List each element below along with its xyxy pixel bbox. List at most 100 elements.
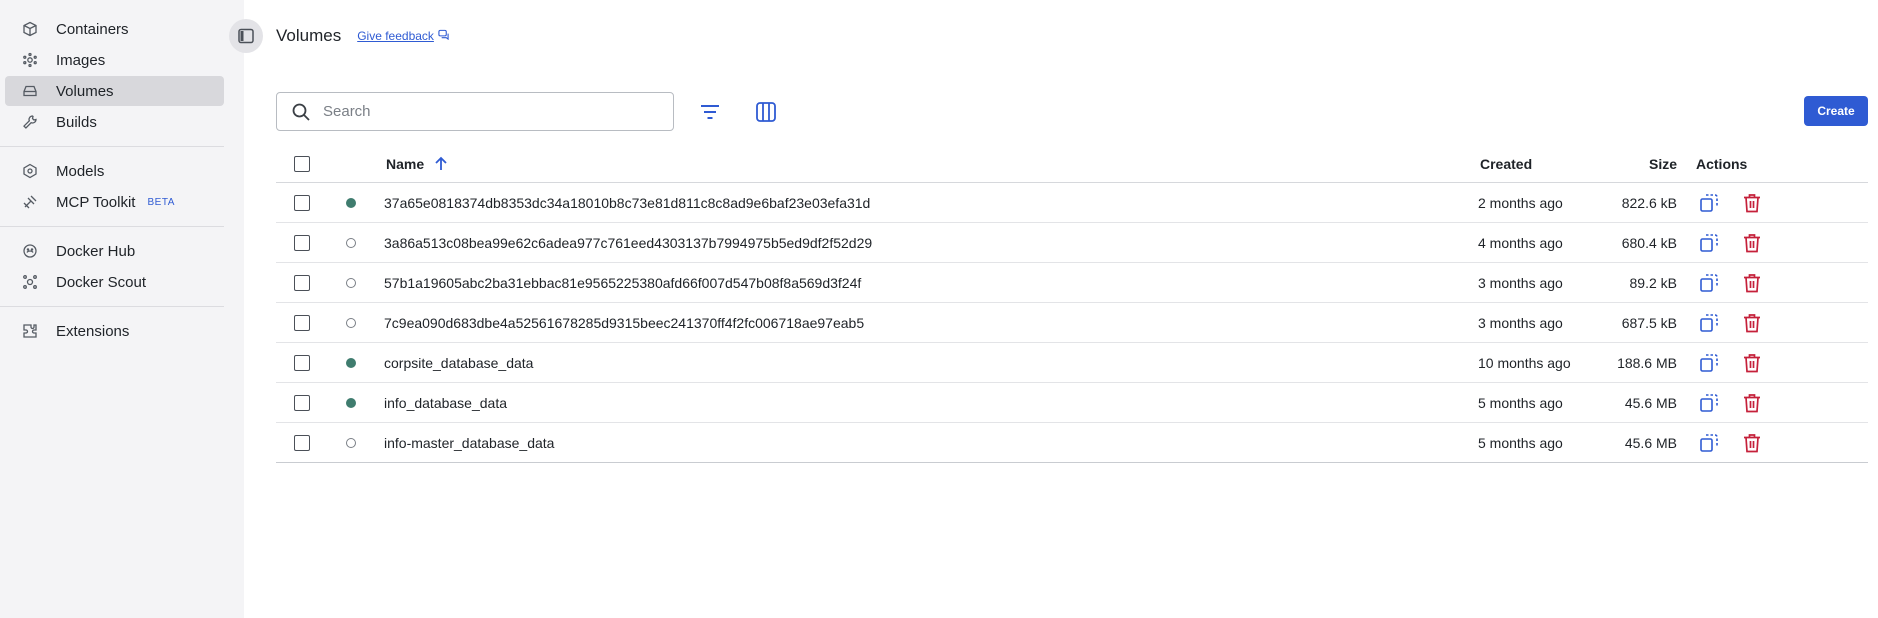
clone-volume-icon[interactable] bbox=[1698, 312, 1720, 334]
in-use-status-cell bbox=[346, 423, 356, 462]
sidebar-item-docker-hub[interactable]: Docker Hub bbox=[5, 236, 224, 266]
name-header-label: Name bbox=[386, 155, 425, 172]
create-button[interactable]: Create bbox=[1804, 96, 1868, 126]
volume-size: 188.6 MB bbox=[1617, 354, 1677, 371]
clone-volume-icon[interactable] bbox=[1698, 272, 1720, 294]
sort-ascending-icon bbox=[434, 156, 448, 172]
give-feedback-link[interactable]: Give feedback bbox=[357, 29, 449, 43]
sidebar-item-containers[interactable]: Containers bbox=[5, 14, 224, 44]
volume-created: 4 months ago bbox=[1478, 234, 1563, 251]
sidebar-item-label: Images bbox=[56, 51, 106, 69]
row-checkbox[interactable] bbox=[294, 194, 310, 211]
row-checkbox-cell bbox=[294, 183, 310, 222]
sidebar-item-builds[interactable]: Builds bbox=[5, 107, 224, 137]
search-box[interactable] bbox=[276, 92, 674, 131]
sidebar-item-label: Volumes bbox=[56, 82, 114, 100]
row-checkbox[interactable] bbox=[294, 234, 310, 251]
unused-dot-icon bbox=[346, 277, 356, 288]
table-row[interactable]: 3a86a513c08bea99e62c6adea977c761eed43031… bbox=[276, 223, 1868, 263]
sidebar-item-label: Docker Scout bbox=[56, 273, 147, 291]
delete-icon[interactable] bbox=[1741, 272, 1763, 294]
search-icon bbox=[291, 102, 311, 122]
row-checkbox-cell bbox=[294, 223, 310, 262]
in-use-status-cell bbox=[346, 223, 356, 262]
delete-icon[interactable] bbox=[1741, 432, 1763, 454]
sidebar-panel-icon bbox=[237, 27, 255, 45]
builds-icon bbox=[20, 112, 40, 132]
clone-volume-icon[interactable] bbox=[1698, 192, 1720, 214]
volumes-icon bbox=[20, 81, 40, 101]
table-row[interactable]: 7c9ea090d683dbe4a52561678285d9315beec241… bbox=[276, 303, 1868, 343]
row-checkbox[interactable] bbox=[294, 314, 310, 331]
volume-name[interactable]: 37a65e0818374db8353dc34a18010b8c73e81d81… bbox=[384, 183, 870, 222]
filter-button[interactable] bbox=[696, 98, 724, 126]
delete-icon[interactable] bbox=[1741, 232, 1763, 254]
sidebar-item-docker-scout[interactable]: Docker Scout bbox=[5, 267, 224, 297]
in-use-status-cell bbox=[346, 183, 356, 222]
table-row[interactable]: 37a65e0818374db8353dc34a18010b8c73e81d81… bbox=[276, 183, 1868, 223]
sidebar-toggle-button[interactable] bbox=[229, 19, 263, 53]
volume-created: 3 months ago bbox=[1478, 274, 1563, 291]
volume-name[interactable]: info_database_data bbox=[384, 383, 507, 422]
volume-name[interactable]: info-master_database_data bbox=[384, 423, 554, 462]
sidebar-item-images[interactable]: Images bbox=[5, 45, 224, 75]
table-row[interactable]: info_database_data 5 months ago 45.6 MB bbox=[276, 383, 1868, 423]
row-actions bbox=[1698, 223, 1763, 262]
volume-size: 822.6 kB bbox=[1621, 194, 1677, 211]
sidebar-item-label: Extensions bbox=[56, 322, 130, 340]
sidebar-item-label: Builds bbox=[56, 113, 97, 131]
sidebar-item-mcp-toolkit[interactable]: MCP Toolkit BETA bbox=[5, 187, 224, 217]
row-checkbox[interactable] bbox=[294, 394, 310, 411]
row-checkbox-cell bbox=[294, 383, 310, 422]
table-row[interactable]: corpsite_database_data 10 months ago 188.6… bbox=[276, 343, 1868, 383]
created-column-header[interactable]: Created bbox=[1480, 145, 1532, 182]
row-actions bbox=[1698, 263, 1763, 302]
size-column-header[interactable]: Size bbox=[1576, 145, 1677, 182]
clone-volume-icon[interactable] bbox=[1698, 232, 1720, 254]
sidebar-item-label: MCP Toolkit bbox=[56, 193, 136, 211]
search-input[interactable] bbox=[323, 103, 663, 120]
volumes-table: Name Created Size Actions 37a65e0818374d… bbox=[276, 145, 1868, 463]
columns-button[interactable] bbox=[752, 98, 780, 126]
app-window: Containers Images Volumes Builds Models … bbox=[0, 0, 1878, 618]
sidebar-item-label: Docker Hub bbox=[56, 242, 136, 260]
in-use-dot-icon bbox=[346, 197, 356, 208]
give-feedback-label: Give feedback bbox=[357, 29, 434, 43]
delete-icon[interactable] bbox=[1741, 192, 1763, 214]
in-use-dot-icon bbox=[346, 397, 356, 408]
images-icon bbox=[20, 50, 40, 70]
sidebar-item-volumes[interactable]: Volumes bbox=[5, 76, 224, 106]
containers-icon bbox=[20, 19, 40, 39]
table-header-row: Name Created Size Actions bbox=[276, 145, 1868, 183]
in-use-status-cell bbox=[346, 343, 356, 382]
delete-icon[interactable] bbox=[1741, 392, 1763, 414]
volume-name[interactable]: corpsite_database_data bbox=[384, 343, 533, 382]
row-checkbox[interactable] bbox=[294, 274, 310, 291]
row-actions bbox=[1698, 423, 1763, 462]
sidebar-item-extensions[interactable]: Extensions bbox=[5, 316, 224, 346]
clone-volume-icon[interactable] bbox=[1698, 432, 1720, 454]
row-checkbox-cell bbox=[294, 303, 310, 342]
models-icon bbox=[20, 161, 40, 181]
docker-hub-icon bbox=[20, 241, 40, 261]
sidebar: Containers Images Volumes Builds Models … bbox=[0, 0, 244, 618]
delete-icon[interactable] bbox=[1741, 352, 1763, 374]
table-row[interactable]: info-master_database_data 5 months ago 45.… bbox=[276, 423, 1868, 463]
volume-name[interactable]: 7c9ea090d683dbe4a52561678285d9315beec241… bbox=[384, 303, 864, 342]
clone-volume-icon[interactable] bbox=[1698, 352, 1720, 374]
table-row[interactable]: 57b1a19605abc2ba31ebbac81e9565225380afd6… bbox=[276, 263, 1868, 303]
docker-scout-icon bbox=[20, 272, 40, 292]
delete-icon[interactable] bbox=[1741, 312, 1763, 334]
toolbar: Create bbox=[276, 92, 1878, 132]
volume-created: 2 months ago bbox=[1478, 194, 1563, 211]
sidebar-item-models[interactable]: Models bbox=[5, 156, 224, 186]
row-checkbox[interactable] bbox=[294, 434, 310, 451]
sidebar-divider bbox=[0, 146, 224, 147]
clone-volume-icon[interactable] bbox=[1698, 392, 1720, 414]
in-use-dot-icon bbox=[346, 357, 356, 368]
select-all-checkbox[interactable] bbox=[294, 155, 310, 172]
row-checkbox[interactable] bbox=[294, 354, 310, 371]
name-column-header[interactable]: Name bbox=[386, 145, 448, 182]
volume-name[interactable]: 57b1a19605abc2ba31ebbac81e9565225380afd6… bbox=[384, 263, 861, 302]
volume-name[interactable]: 3a86a513c08bea99e62c6adea977c761eed43031… bbox=[384, 223, 872, 262]
